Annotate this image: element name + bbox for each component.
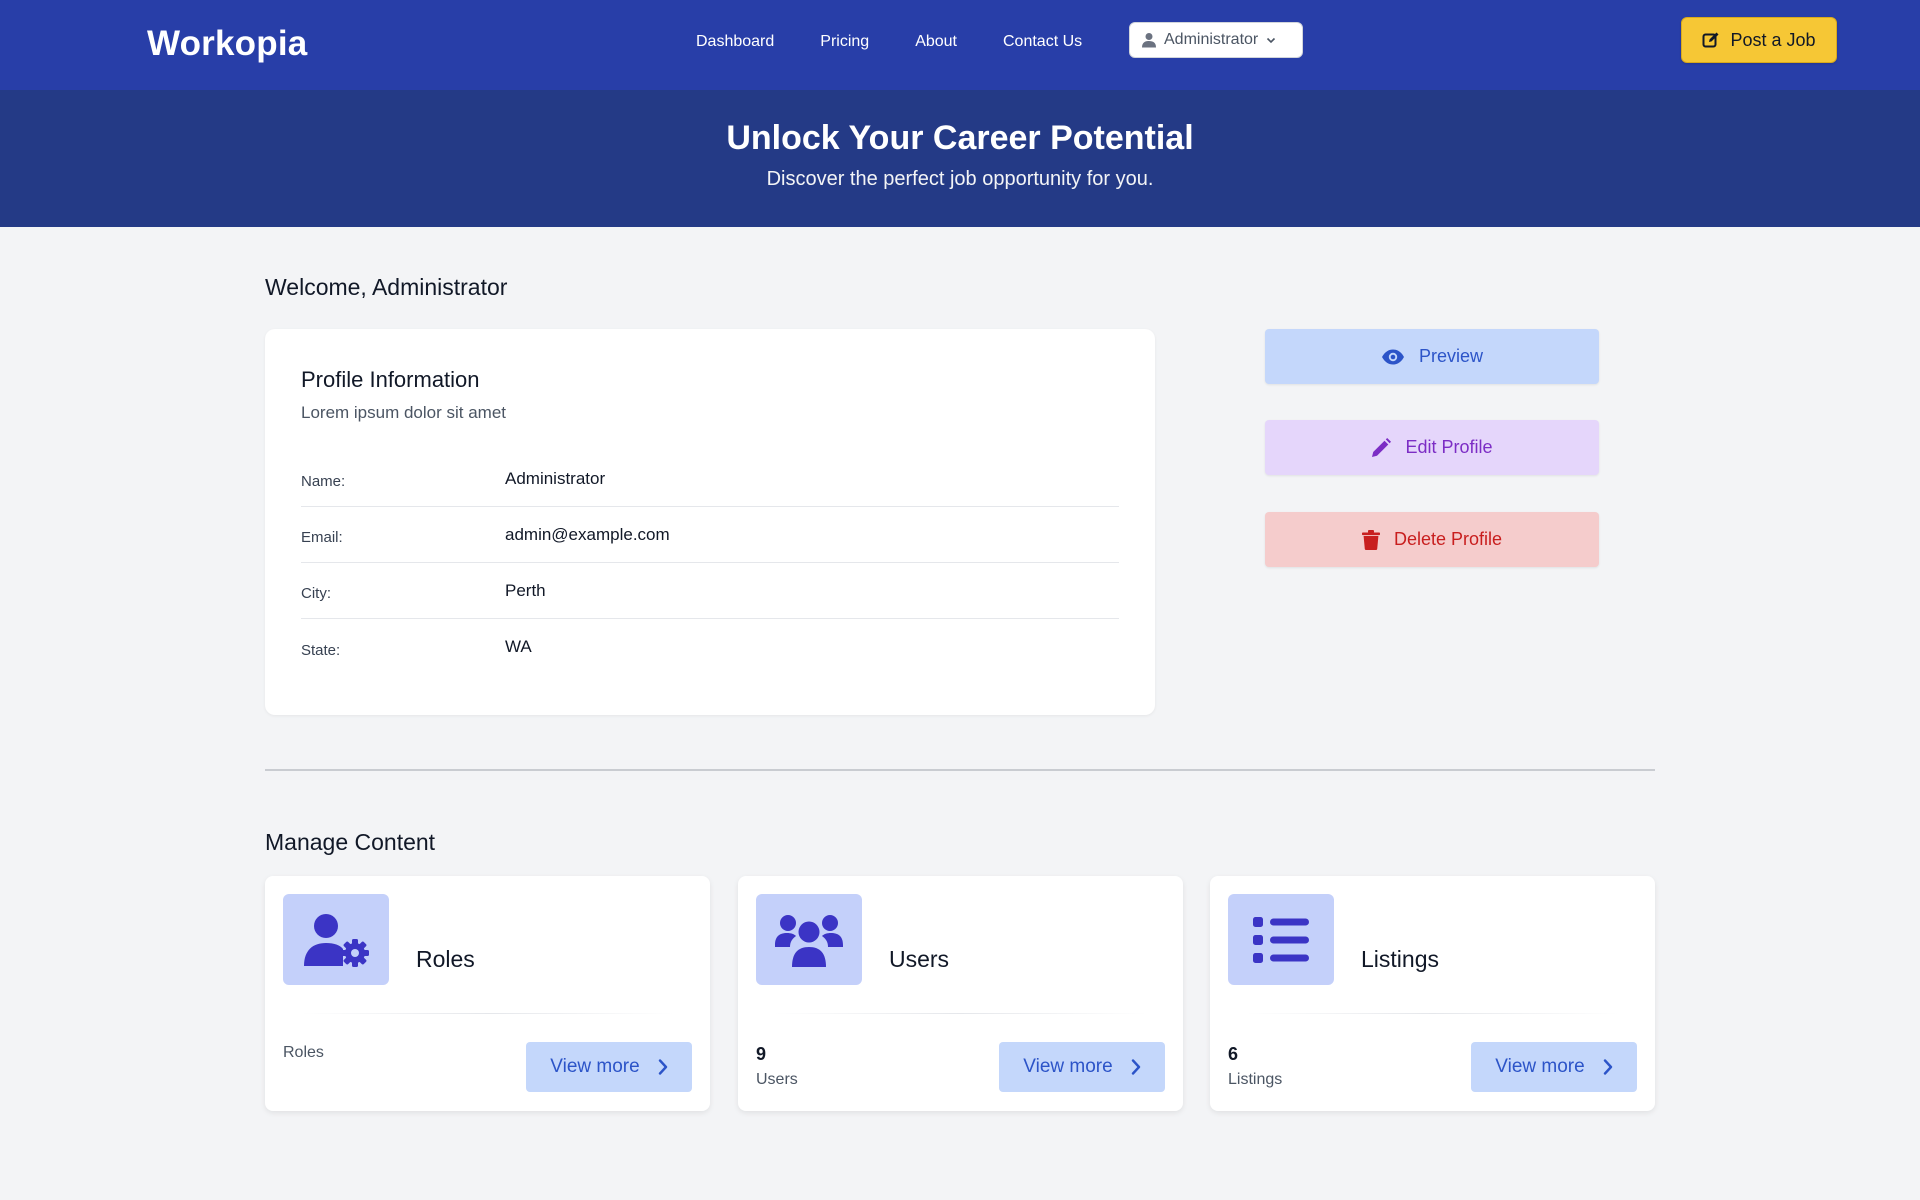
brand-logo[interactable]: Workopia [147, 24, 307, 64]
manage-card-roles: Roles Roles View more [265, 876, 710, 1111]
nav-pricing[interactable]: Pricing [820, 30, 869, 54]
post-job-button[interactable]: Post a Job [1681, 17, 1837, 63]
top-navbar: Workopia Dashboard Pricing About Contact… [0, 0, 1920, 90]
nav-dashboard[interactable]: Dashboard [696, 30, 774, 54]
user-icon [1142, 33, 1156, 48]
list-icon [1253, 916, 1309, 963]
view-more-label: View more [550, 1056, 640, 1077]
card-separator [774, 1013, 1147, 1014]
edit-icon [1702, 32, 1719, 48]
view-more-label: View more [1023, 1056, 1113, 1077]
trash-icon [1361, 529, 1380, 550]
card-icon-box [756, 894, 862, 985]
manage-content-heading: Manage Content [265, 829, 436, 855]
chevron-right-icon [1603, 1059, 1612, 1075]
card-caption: Users [756, 1071, 798, 1088]
user-gear-icon [304, 913, 369, 967]
view-more-button[interactable]: View more [526, 1042, 692, 1092]
delete-profile-button[interactable]: Delete Profile [1265, 512, 1599, 567]
field-value: Perth [505, 580, 546, 600]
card-caption: Listings [1228, 1071, 1283, 1088]
user-menu-label: Administrator [1164, 31, 1259, 48]
profile-row-name: Name: Administrator [301, 451, 1119, 507]
profile-row-state: State: WA [301, 619, 1119, 675]
section-divider [265, 769, 1655, 771]
card-caption: Roles [283, 1044, 324, 1061]
view-more-button[interactable]: View more [999, 1042, 1165, 1092]
field-label: Name: [301, 473, 346, 490]
chevron-right-icon [1131, 1059, 1140, 1075]
nav-contact-us[interactable]: Contact Us [1003, 30, 1082, 54]
main-nav: Dashboard Pricing About Contact Us [696, 30, 1128, 54]
preview-button[interactable]: Preview [1265, 329, 1599, 384]
card-count: 9 [756, 1044, 767, 1064]
manage-card-listings: Listings 6 Listings View more [1210, 876, 1655, 1111]
chevron-down-icon [1267, 37, 1276, 44]
nav-about[interactable]: About [915, 30, 957, 54]
card-title: Listings [1361, 946, 1439, 972]
card-icon-box [1228, 894, 1334, 985]
field-label: Email: [301, 529, 343, 546]
profile-card: Profile Information Lorem ipsum dolor si… [265, 329, 1155, 715]
user-menu-dropdown[interactable]: Administrator [1129, 22, 1303, 58]
hero-title: Unlock Your Career Potential [726, 119, 1194, 157]
view-more-button[interactable]: View more [1471, 1042, 1637, 1092]
preview-label: Preview [1418, 346, 1484, 366]
profile-row-email: Email: admin@example.com [301, 507, 1119, 563]
card-separator [301, 1013, 674, 1014]
card-count: 6 [1228, 1044, 1239, 1064]
chevron-right-icon [658, 1059, 667, 1075]
eye-icon [1381, 349, 1404, 364]
field-value: WA [505, 637, 532, 656]
edit-profile-label: Edit Profile [1405, 437, 1493, 457]
card-title: Roles [416, 946, 475, 972]
welcome-heading: Welcome, Administrator [265, 274, 508, 300]
pencil-icon [1372, 437, 1392, 457]
card-separator [1246, 1013, 1619, 1014]
manage-card-users: Users 9 Users View more [738, 876, 1183, 1111]
post-job-label: Post a Job [1730, 29, 1816, 50]
profile-fields: Name: Administrator Email: admin@example… [301, 451, 1119, 675]
delete-profile-label: Delete Profile [1393, 529, 1503, 549]
field-value: admin@example.com [505, 524, 670, 544]
profile-subtitle: Lorem ipsum dolor sit amet [301, 403, 507, 422]
field-value: Administrator [505, 468, 606, 488]
field-label: City: [301, 585, 331, 602]
edit-profile-button[interactable]: Edit Profile [1265, 420, 1599, 475]
card-title: Users [889, 946, 950, 972]
profile-title: Profile Information [301, 367, 480, 392]
profile-row-city: City: Perth [301, 563, 1119, 619]
hero-banner: Unlock Your Career Potential Discover th… [0, 90, 1920, 227]
view-more-label: View more [1495, 1056, 1585, 1077]
field-label: State: [301, 641, 341, 659]
hero-subtitle: Discover the perfect job opportunity for… [766, 168, 1154, 190]
users-icon [775, 914, 843, 967]
card-icon-box [283, 894, 389, 985]
